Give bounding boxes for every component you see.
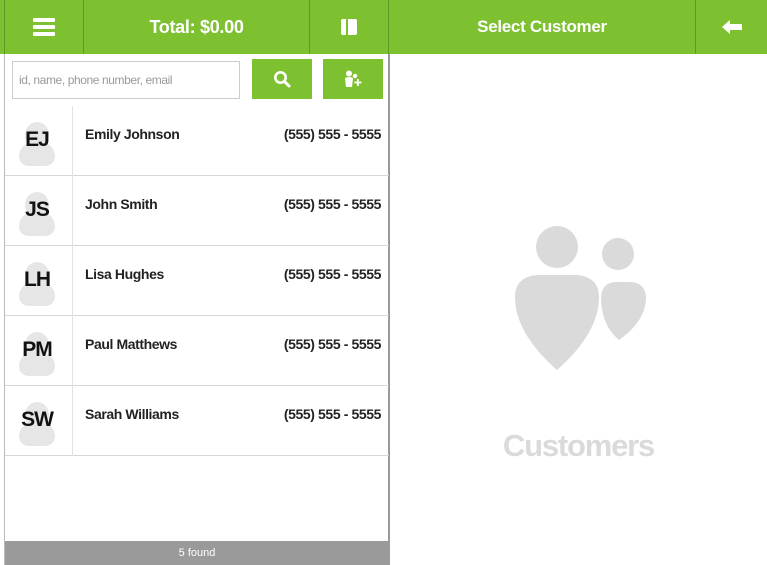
search-button[interactable] [252, 59, 312, 99]
avatar: JS [5, 176, 73, 246]
add-customer-button[interactable] [323, 59, 383, 99]
top-bar: Total: $0.00 Select Customer [0, 0, 767, 54]
menu-button[interactable] [4, 0, 84, 54]
cash-drawer-button[interactable] [310, 0, 389, 54]
avatar: PM [5, 316, 73, 386]
customer-row[interactable]: SW Sarah Williams (555) 555 - 5555 [5, 386, 389, 456]
customer-list-panel: EJ Emily Johnson (555) 555 - 5555 JS Joh… [4, 54, 390, 565]
page-title: Select Customer [389, 0, 696, 54]
customer-initials: JS [25, 198, 50, 221]
customer-phone: (555) 555 - 5555 [283, 126, 382, 142]
customer-initials: EJ [25, 128, 50, 151]
customer-initials: PM [22, 338, 53, 361]
customer-row[interactable]: JS John Smith (555) 555 - 5555 [5, 176, 389, 246]
customer-row[interactable]: EJ Emily Johnson (555) 555 - 5555 [5, 106, 389, 176]
customer-phone: (555) 555 - 5555 [283, 336, 382, 352]
customer-phone: (555) 555 - 5555 [283, 196, 382, 212]
customer-list: EJ Emily Johnson (555) 555 - 5555 JS Joh… [5, 106, 389, 456]
add-customer-icon [345, 70, 362, 87]
customer-name: Lisa Hughes [85, 266, 164, 282]
customer-row[interactable]: LH Lisa Hughes (555) 555 - 5555 [5, 246, 389, 316]
customer-name: Emily Johnson [85, 126, 180, 142]
customer-row[interactable]: PM Paul Matthews (555) 555 - 5555 [5, 316, 389, 386]
avatar: EJ [5, 106, 73, 176]
cash-drawer-icon [341, 19, 357, 35]
customer-detail-panel: Customers [390, 54, 767, 565]
arrow-left-icon [721, 20, 742, 34]
customer-phone: (555) 555 - 5555 [283, 406, 382, 422]
magnifier-icon [274, 71, 291, 88]
avatar: LH [5, 246, 73, 316]
customer-name: Paul Matthews [85, 336, 178, 352]
customer-phone: (555) 555 - 5555 [283, 266, 382, 282]
empty-state-label: Customers [502, 428, 655, 463]
hamburger-icon [33, 18, 55, 36]
customers-icon [515, 226, 646, 370]
order-total[interactable]: Total: $0.00 [84, 0, 310, 54]
search-row [5, 54, 389, 106]
avatar: SW [5, 386, 73, 456]
customer-name: Sarah Williams [85, 406, 179, 422]
results-count: 5 found [5, 541, 389, 565]
back-button[interactable] [696, 0, 767, 54]
customer-name: John Smith [85, 196, 158, 212]
customer-initials: LH [24, 268, 51, 291]
customer-initials: SW [21, 408, 54, 431]
search-input[interactable] [12, 61, 240, 99]
